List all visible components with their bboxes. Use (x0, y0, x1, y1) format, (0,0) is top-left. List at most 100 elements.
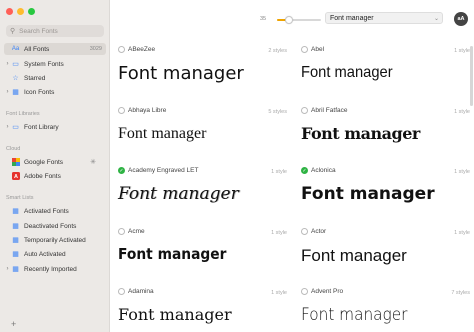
font-card-aclonica[interactable]: ✓ Aclonica 1 style Font manager (294, 167, 470, 223)
activation-check-icon[interactable] (118, 288, 125, 295)
section-smart-lists: Smart Lists (6, 195, 34, 201)
style-count: 1 style (454, 169, 470, 175)
sidebar-item-adobe-fonts[interactable]: A Adobe Fonts (4, 170, 106, 182)
font-card-actor[interactable]: Actor 1 style Font manager (294, 228, 470, 284)
grid-icon: ▦ (12, 89, 19, 96)
activation-check-icon[interactable] (118, 107, 125, 114)
close-window-button[interactable] (6, 8, 13, 15)
sidebar-item-label: Adobe Fonts (24, 172, 61, 180)
font-sample: Font manager (118, 245, 227, 263)
style-count: 2 styles (268, 48, 287, 54)
search-input[interactable] (19, 27, 100, 35)
sidebar-item-icon-fonts[interactable]: › ▦ Icon Fonts (4, 86, 106, 98)
chevron-right-icon[interactable]: › (4, 89, 11, 95)
style-count: 1 style (271, 290, 287, 296)
font-name: Adamina (128, 288, 154, 295)
preview-text-field[interactable]: ⌄ (325, 12, 443, 24)
font-card-abeezee[interactable]: ABeeZee 2 styles Font manager (111, 46, 287, 102)
font-count: 3029 (89, 46, 102, 52)
smart-list-icon: ▦ (12, 266, 19, 273)
font-sample: Font manager (118, 125, 207, 142)
font-card-acme[interactable]: Acme 1 style Font manager (111, 228, 287, 284)
font-sample: Font manager (301, 184, 435, 204)
activation-check-icon[interactable] (301, 46, 308, 53)
adobe-icon: A (11, 172, 20, 181)
zoom-window-button[interactable] (28, 8, 35, 15)
sidebar-item-all-fonts[interactable]: Aa All Fonts 3029 (4, 43, 106, 55)
style-count: 1 style (454, 230, 470, 236)
chevron-right-icon[interactable]: › (4, 61, 11, 67)
font-size-slider[interactable] (277, 16, 321, 24)
toolbar: 35 ⌄ aA (111, 0, 474, 38)
sidebar-item-temporarily-activated[interactable]: ▦ Temporarily Activated (4, 234, 106, 246)
activation-check-icon[interactable] (118, 228, 125, 235)
sidebar-item-label: Auto Activated (24, 250, 66, 258)
font-name: Academy Engraved LET (128, 167, 199, 174)
sidebar-item-deactivated-fonts[interactable]: ▦ Deactivated Fonts (4, 220, 106, 232)
smart-list-icon: ▦ (12, 223, 19, 230)
slider-knob[interactable] (285, 16, 294, 24)
search-icon: ⚲ (10, 27, 16, 35)
preview-text-input[interactable] (330, 14, 430, 22)
font-card-academy-engraved-let[interactable]: ✓ Academy Engraved LET 1 style Font manag… (111, 167, 287, 223)
sidebar: ⚲ Aa All Fonts 3029 › ▭ System Fonts ☆ S… (0, 0, 110, 332)
sidebar-item-activated-fonts[interactable]: ▦ Activated Fonts (4, 205, 106, 217)
sidebar-item-system-fonts[interactable]: › ▭ System Fonts (4, 58, 106, 70)
activated-check-icon[interactable]: ✓ (118, 167, 125, 174)
sidebar-item-recently-imported[interactable]: › ▦ Recently Imported (4, 263, 106, 275)
style-count: 1 style (454, 109, 470, 115)
font-name: Abhaya Libre (128, 107, 167, 114)
section-cloud: Cloud (6, 146, 21, 152)
search-box[interactable]: ⚲ (6, 25, 104, 37)
font-card-abril-fatface[interactable]: Abril Fatface 1 style Font manager (294, 107, 470, 163)
style-count: 1 style (454, 48, 470, 54)
font-card-adamina[interactable]: Adamina 1 style Font manager (111, 288, 287, 332)
smart-list-icon: ▦ (12, 208, 19, 215)
font-card-advent-pro[interactable]: Advent Pro 7 styles Font manager (294, 288, 470, 332)
scrollbar[interactable] (470, 46, 473, 106)
activation-check-icon[interactable] (301, 107, 308, 114)
sidebar-item-label: Icon Fonts (24, 88, 55, 96)
activation-check-icon[interactable] (301, 228, 308, 235)
font-name: Acme (128, 228, 145, 235)
monitor-icon: ▭ (12, 61, 19, 68)
font-sample: Font manager (118, 184, 239, 204)
section-font-libraries: Font Libraries (6, 111, 40, 117)
font-name: Abel (311, 46, 325, 53)
activation-check-icon[interactable] (118, 46, 125, 53)
font-card-abel[interactable]: Abel 1 style Font manager (294, 46, 470, 102)
loading-spinner-icon: ✳ (90, 159, 96, 166)
sidebar-item-auto-activated[interactable]: ▦ Auto Activated (4, 248, 106, 260)
plus-icon: + (11, 319, 17, 329)
sidebar-item-label: Font Library (24, 123, 59, 131)
text-options-button[interactable]: aA (454, 12, 468, 26)
style-count: 7 styles (451, 290, 470, 296)
font-name: Abril Fatface (311, 107, 348, 114)
star-icon: ☆ (12, 75, 19, 82)
sidebar-item-label: Recently Imported (24, 265, 77, 273)
sidebar-item-label: Deactivated Fonts (24, 222, 77, 230)
window-controls (6, 8, 35, 15)
add-button[interactable]: + (4, 318, 106, 330)
sidebar-item-label: All Fonts (24, 45, 50, 53)
font-card-abhaya-libre[interactable]: Abhaya Libre 5 styles Font manager (111, 107, 287, 163)
smart-list-icon: ▦ (12, 251, 19, 258)
minimize-window-button[interactable] (17, 8, 24, 15)
font-icon: Aa (11, 46, 20, 52)
font-size-value: 35 (260, 16, 267, 22)
font-name: Advent Pro (311, 288, 344, 295)
chevron-right-icon[interactable]: › (4, 124, 11, 130)
sidebar-item-label: Activated Fonts (24, 207, 69, 215)
activation-check-icon[interactable] (301, 288, 308, 295)
chevron-right-icon[interactable]: › (4, 266, 11, 272)
font-sample: Font manager (118, 63, 244, 84)
sidebar-item-google-fonts[interactable]: Google Fonts ✳ (4, 156, 106, 168)
sidebar-item-font-library[interactable]: › ▭ Font Library (4, 121, 106, 133)
style-count: 1 style (271, 169, 287, 175)
activated-check-icon[interactable]: ✓ (301, 167, 308, 174)
style-count: 5 styles (268, 109, 287, 115)
font-name: Aclonica (311, 167, 336, 174)
sidebar-item-starred[interactable]: ☆ Starred (4, 72, 106, 84)
font-sample: Font manager (301, 246, 407, 265)
chevron-down-icon[interactable]: ⌄ (434, 15, 439, 22)
